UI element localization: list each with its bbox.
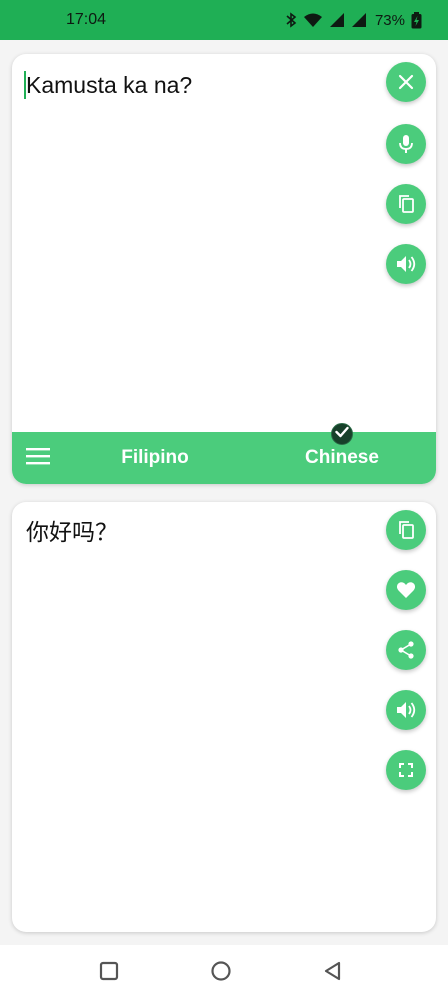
check-icon [335, 425, 349, 443]
speak-translation-button[interactable] [386, 690, 426, 730]
close-icon [398, 74, 414, 90]
signal-icon [329, 12, 345, 28]
square-icon [99, 961, 119, 986]
copy-icon [397, 194, 415, 214]
back-triangle-icon [323, 961, 343, 986]
bluetooth-icon [285, 12, 297, 28]
source-language-button[interactable]: Filipino [90, 447, 220, 469]
signal-icon [351, 12, 367, 28]
circle-icon [210, 960, 232, 987]
status-time: 17:04 [66, 11, 107, 28]
menu-icon [26, 447, 50, 470]
clear-button[interactable] [386, 62, 426, 102]
source-text-input[interactable]: Kamusta ka na? [26, 70, 366, 100]
battery-level: 73% [374, 11, 405, 29]
status-bar: 17:04 73% [0, 0, 448, 40]
share-button[interactable] [386, 630, 426, 670]
language-bar: Filipino Chinese [12, 423, 436, 484]
copy-translation-button[interactable] [386, 510, 426, 550]
wifi-icon [303, 12, 323, 28]
back-button[interactable] [321, 961, 345, 985]
battery-icon [411, 11, 422, 29]
fullscreen-icon [399, 763, 413, 777]
system-navigation-bar [0, 945, 448, 1000]
translation-panel: 你好吗？ [12, 502, 436, 932]
source-panel: Kamusta ka na? Filipino Chinese [12, 54, 436, 484]
selected-language-badge [331, 423, 353, 445]
speak-source-button[interactable] [386, 244, 426, 284]
status-icons: 73% [285, 11, 422, 29]
speaker-icon [396, 255, 416, 273]
share-icon [397, 641, 415, 659]
heart-icon [396, 581, 416, 599]
fullscreen-button[interactable] [386, 750, 426, 790]
menu-button[interactable] [26, 446, 50, 470]
home-button[interactable] [209, 960, 233, 987]
translation-text: 你好吗？ [26, 520, 118, 546]
copy-icon [397, 520, 415, 540]
speaker-icon [396, 701, 416, 719]
recents-button[interactable] [97, 961, 121, 985]
microphone-icon [398, 134, 414, 154]
favorite-button[interactable] [386, 570, 426, 610]
copy-source-button[interactable] [386, 184, 426, 224]
microphone-button[interactable] [386, 124, 426, 164]
target-language-button[interactable]: Chinese [277, 447, 407, 469]
